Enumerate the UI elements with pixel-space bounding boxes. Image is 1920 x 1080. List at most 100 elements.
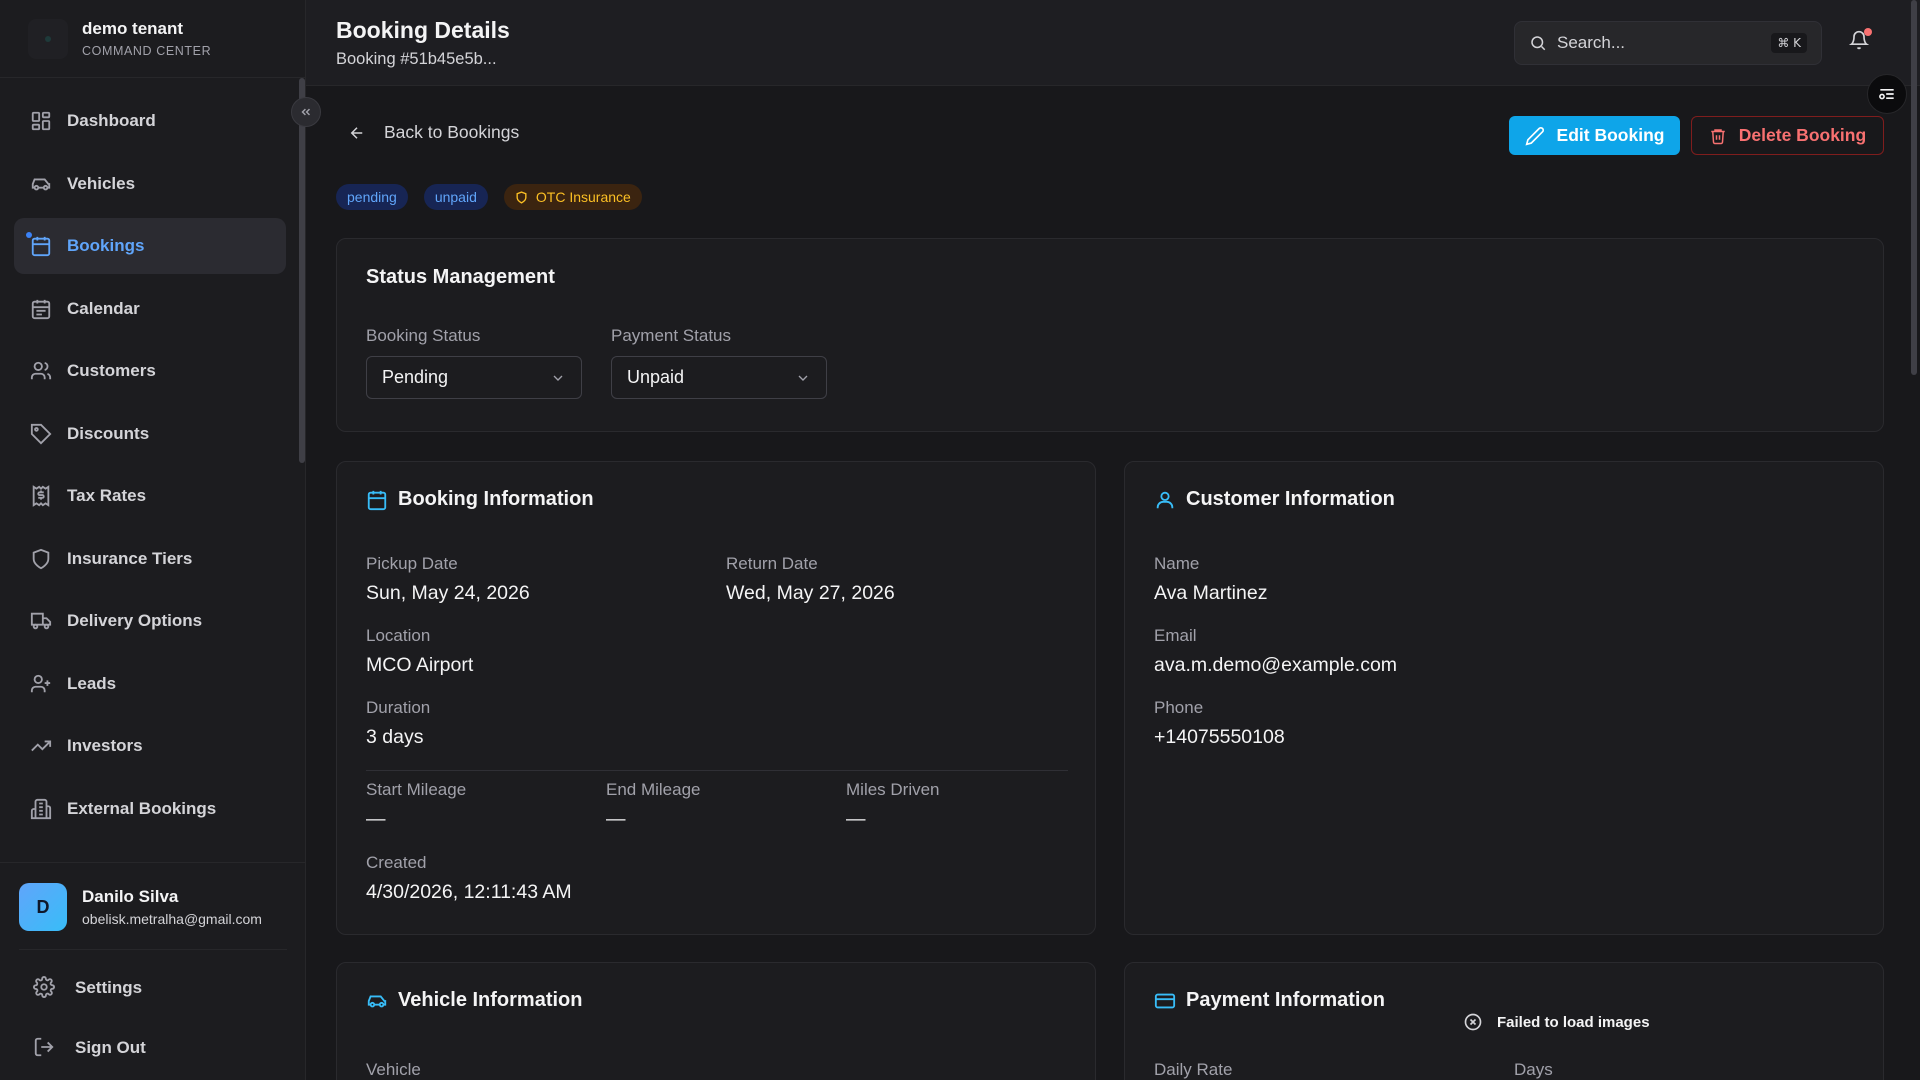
truck-icon — [29, 609, 53, 633]
sidebar-item-calendar[interactable]: Calendar — [14, 281, 286, 337]
insurance-badge: OTC Insurance — [503, 184, 642, 210]
user-name: Danilo Silva — [82, 887, 179, 906]
page-title: Booking Details — [336, 17, 510, 43]
payment-status-badge: unpaid — [423, 184, 488, 210]
sidebar-item-label: Calendar — [67, 298, 140, 318]
location-field: Location MCO Airport — [366, 626, 473, 677]
sidebar-item-leads[interactable]: Leads — [14, 656, 286, 712]
sidebar-item-investors[interactable]: Investors — [14, 718, 286, 774]
receipt-icon — [29, 484, 53, 508]
calendar-grid-icon — [29, 234, 53, 258]
payment-information-title: Payment Information — [1186, 989, 1385, 1011]
sidebar-item-customers[interactable]: Customers — [14, 343, 286, 399]
payment-information-header: Payment Information — [1154, 989, 1385, 1012]
customer-information-header: Customer Information — [1154, 488, 1395, 511]
payment-status-value: Unpaid — [627, 367, 685, 387]
sidebar-item-delivery-options[interactable]: Delivery Options — [14, 593, 286, 649]
collapse-sidebar-button[interactable] — [291, 97, 321, 127]
sidebar-item-bookings[interactable]: Bookings — [14, 218, 286, 274]
chevrons-left-icon — [301, 108, 311, 116]
shield-icon — [515, 190, 528, 204]
user-profile[interactable]: D Danilo Silva obelisk.metralha@gmail.co… — [19, 883, 306, 931]
user-email: obelisk.metralha@gmail.com — [82, 911, 262, 927]
booking-status-field: Booking Status Pending — [366, 326, 582, 399]
booking-status-select[interactable]: Pending — [366, 356, 582, 399]
sidebar-item-dashboard[interactable]: Dashboard — [14, 93, 286, 149]
back-to-bookings-link[interactable]: Back to Bookings — [348, 122, 519, 143]
gear-icon — [33, 976, 57, 1000]
duration-field: Duration 3 days — [366, 698, 430, 749]
start-mileage-label: Start Mileage — [366, 780, 467, 799]
payment-status-select[interactable]: Unpaid — [611, 356, 827, 399]
calendar-icon — [29, 297, 53, 321]
duration-label: Duration — [366, 698, 431, 717]
brand[interactable]: demo tenant COMMAND CENTER — [0, 0, 305, 78]
sidebar-item-label: Discounts — [67, 423, 150, 443]
page-subtitle: Booking #51b45e5b... — [336, 50, 497, 68]
pencil-icon — [1525, 126, 1545, 146]
payment-status-label: Payment Status — [611, 326, 732, 345]
users-icon — [29, 359, 53, 383]
floating-panel-button[interactable] — [1867, 74, 1907, 114]
search-box[interactable]: ⌘ K — [1514, 21, 1822, 65]
customer-phone-field: Phone +14075550108 — [1154, 698, 1285, 749]
car-icon — [29, 172, 53, 196]
customer-phone-label: Phone — [1154, 698, 1204, 717]
booking-status-value: Pending — [382, 367, 449, 387]
return-date-field: Return Date Wed, May 27, 2026 — [726, 554, 895, 605]
duration-value: 3 days — [366, 726, 424, 748]
customer-name-value: Ava Martinez — [1154, 582, 1268, 604]
end-mileage-label: End Mileage — [606, 780, 701, 799]
sidebar-item-tax-rates[interactable]: Tax Rates — [14, 468, 286, 524]
delete-booking-button[interactable]: Delete Booking — [1691, 116, 1884, 155]
miles-driven-label: Miles Driven — [846, 780, 940, 799]
end-mileage-field: End Mileage — — [606, 780, 701, 831]
settings-link[interactable]: Settings — [19, 958, 306, 1018]
payment-status-field: Payment Status Unpaid — [611, 326, 827, 399]
end-mileage-value: — — [606, 808, 626, 830]
status-badges: pending unpaid OTC Insurance — [336, 184, 658, 210]
return-date-label: Return Date — [726, 554, 818, 573]
location-value: MCO Airport — [366, 654, 474, 676]
booking-information-header: Booking Information — [366, 488, 594, 511]
sidebar-item-label: Leads — [67, 673, 117, 693]
edit-booking-button[interactable]: Edit Booking — [1509, 116, 1680, 155]
user-panel: D Danilo Silva obelisk.metralha@gmail.co… — [0, 862, 306, 1078]
active-indicator — [26, 232, 32, 238]
sidebar-item-insurance-tiers[interactable]: Insurance Tiers — [14, 531, 286, 587]
sidebar-item-discounts[interactable]: Discounts — [14, 406, 286, 462]
page-scrollbar[interactable] — [1911, 0, 1917, 375]
error-toast[interactable]: Failed to load images — [1463, 1000, 1650, 1044]
x-circle-icon — [1463, 1012, 1483, 1032]
booking-information-card: Booking Information Pickup Date Sun, May… — [336, 461, 1096, 935]
sign-out-link[interactable]: Sign Out — [19, 1018, 306, 1078]
building-icon — [29, 797, 53, 821]
calendar-icon — [366, 489, 388, 511]
sidebar-scrollbar[interactable] — [299, 78, 305, 463]
shield-icon — [29, 547, 53, 571]
location-label: Location — [366, 626, 431, 645]
sidebar-nav: Dashboard Vehicles Bookings Calendar Cus… — [14, 93, 286, 843]
status-management-title: Status Management — [366, 266, 555, 288]
divider — [19, 949, 287, 950]
delete-booking-label: Delete Booking — [1738, 125, 1867, 145]
start-mileage-value: — — [366, 808, 386, 830]
sidebar: demo tenant COMMAND CENTER Dashboard Veh… — [0, 0, 306, 1080]
sidebar-item-label: External Bookings — [67, 798, 217, 818]
created-label: Created — [366, 853, 427, 872]
credit-card-icon — [1154, 990, 1176, 1012]
miles-driven-field: Miles Driven — — [846, 780, 940, 831]
return-date-value: Wed, May 27, 2026 — [726, 582, 895, 604]
vehicle-information-title: Vehicle Information — [398, 989, 583, 1011]
booking-status-label: Booking Status — [366, 326, 481, 345]
search-input[interactable] — [1557, 33, 1757, 53]
trending-up-icon — [29, 734, 53, 758]
sidebar-item-vehicles[interactable]: Vehicles — [14, 156, 286, 212]
sidebar-item-label: Investors — [67, 736, 143, 755]
sidebar-item-external-bookings[interactable]: External Bookings — [14, 781, 286, 837]
brand-logo — [28, 18, 68, 59]
vehicle-information-card: Vehicle Information Vehicle — [336, 962, 1096, 1080]
sidebar-item-label: Tax Rates — [67, 486, 147, 505]
chevron-down-icon — [550, 370, 566, 386]
customer-email-label: Email — [1154, 626, 1197, 645]
